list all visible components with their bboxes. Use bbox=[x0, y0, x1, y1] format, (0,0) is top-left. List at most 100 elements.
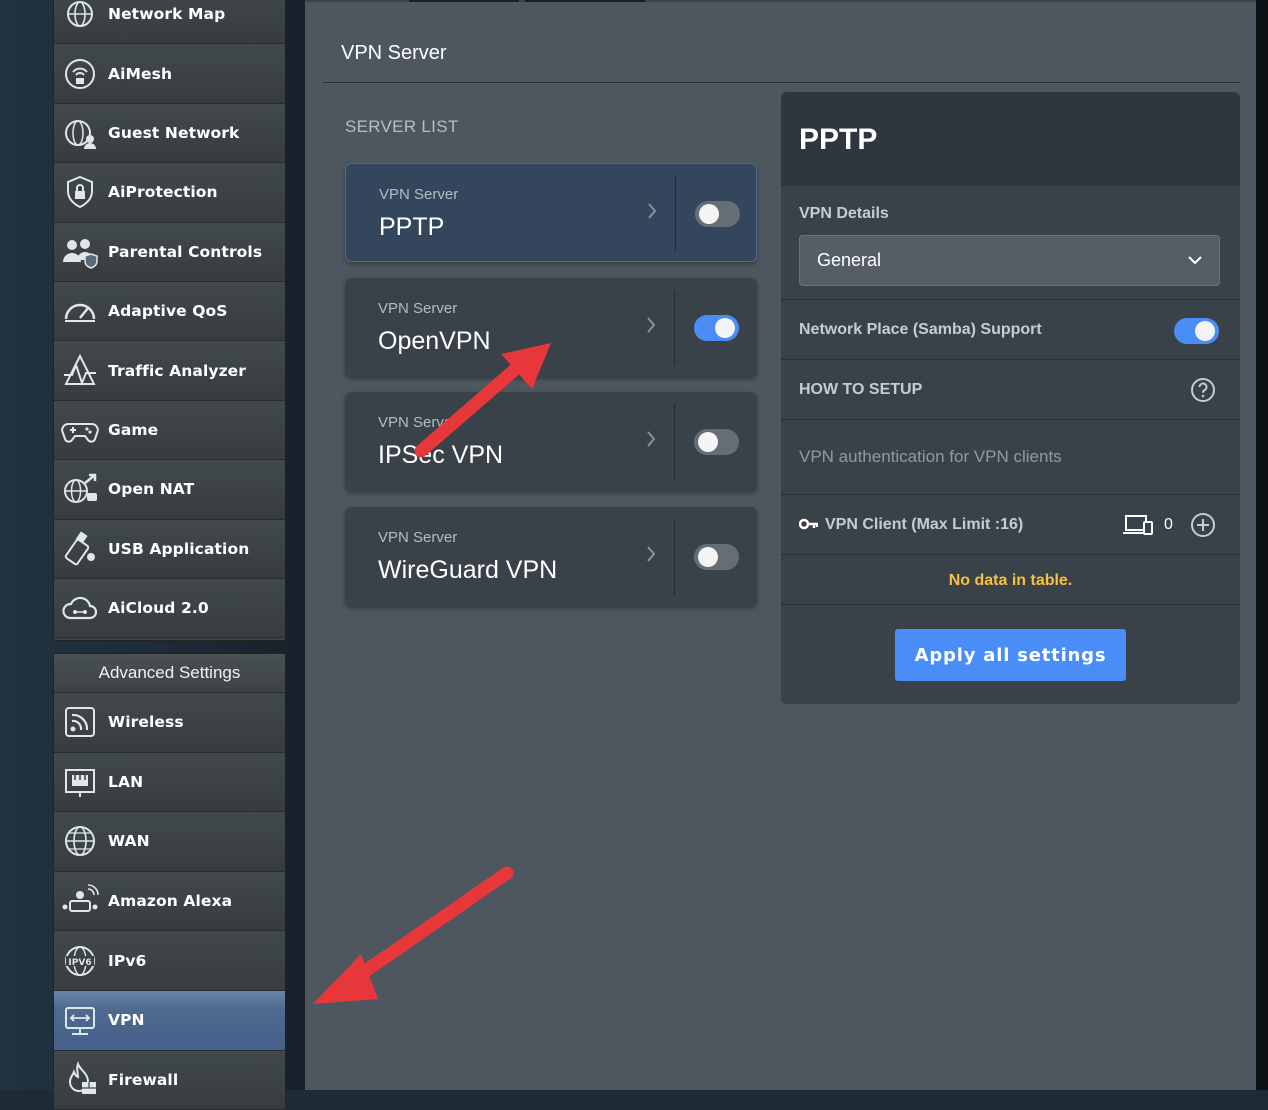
vpn-client-count: 0 bbox=[1164, 516, 1173, 533]
sidebar-item-aicloud-2-0[interactable]: AiCloud 2.0 bbox=[54, 578, 285, 639]
adaptive-qos-icon bbox=[60, 291, 100, 331]
server-enable-toggle[interactable] bbox=[694, 315, 739, 341]
auth-description: VPN authentication for VPN clients bbox=[799, 447, 1062, 466]
server-list-label: SERVER LIST bbox=[345, 117, 459, 136]
vpn-details-label: VPN Details bbox=[799, 205, 889, 222]
sidebar-item-label: Guest Network bbox=[108, 123, 240, 142]
how-to-setup-label: HOW TO SETUP bbox=[799, 381, 923, 398]
samba-support-toggle[interactable] bbox=[1174, 318, 1219, 344]
svg-text:IPV6: IPV6 bbox=[68, 958, 91, 968]
apply-all-settings-button[interactable]: Apply all settings bbox=[895, 629, 1126, 681]
no-data-row: No data in table. bbox=[781, 554, 1240, 605]
server-enable-toggle[interactable] bbox=[695, 201, 740, 227]
sidebar-item-open-nat[interactable]: Open NAT bbox=[54, 460, 285, 520]
server-enable-toggle[interactable] bbox=[694, 429, 739, 455]
wan-icon bbox=[60, 821, 100, 861]
aicloud-icon bbox=[60, 588, 100, 628]
tab-indicator bbox=[525, 0, 645, 2]
main-panel: VPN Server SERVER LIST VPN Server PPTP V… bbox=[305, 0, 1256, 1090]
advanced-settings-header: Advanced Settings bbox=[54, 654, 285, 693]
server-card-name: IPSec VPN bbox=[378, 441, 504, 469]
vpn-client-label: VPN Client (Max Limit :16) bbox=[825, 516, 1024, 533]
sidebar-item-network-map[interactable]: Network Map bbox=[54, 0, 285, 45]
sidebar-item-label: AiMesh bbox=[108, 64, 173, 83]
sidebar-item-label: Adaptive QoS bbox=[108, 302, 228, 321]
server-card-subtitle: VPN Server bbox=[378, 414, 458, 431]
sidebar-item-label: AiProtection bbox=[108, 183, 218, 202]
network-map-icon bbox=[60, 0, 100, 34]
sidebar-item-label: Firewall bbox=[108, 1070, 179, 1089]
general-menu: Network Map AiMesh Guest Network AiProtecti… bbox=[53, 0, 286, 641]
sidebar-item-aimesh[interactable]: AiMesh bbox=[54, 44, 285, 104]
sidebar-item-traffic-analyzer[interactable]: Traffic Analyzer bbox=[54, 341, 285, 401]
chevron-right-icon bbox=[647, 546, 656, 562]
traffic-analyzer-icon bbox=[60, 351, 100, 391]
sidebar-item-label: Open NAT bbox=[108, 480, 195, 499]
server-card-ipsec-vpn[interactable]: VPN Server IPSec VPN bbox=[345, 392, 757, 491]
sidebar-item-firewall[interactable]: Firewall bbox=[54, 1050, 285, 1110]
usb-application-icon bbox=[60, 529, 100, 569]
vpn-details-value: General bbox=[817, 250, 882, 270]
sidebar-item-guest-network[interactable]: Guest Network bbox=[54, 103, 285, 164]
chevron-right-icon bbox=[648, 203, 657, 219]
alexa-icon bbox=[60, 881, 100, 921]
sidebar-item-lan[interactable]: LAN bbox=[54, 752, 285, 813]
sidebar-item-parental-controls[interactable]: Parental Controls bbox=[54, 222, 285, 282]
sidebar-item-label: Traffic Analyzer bbox=[108, 361, 247, 380]
help-icon[interactable] bbox=[1190, 377, 1216, 403]
divider bbox=[323, 82, 1240, 83]
firewall-icon bbox=[60, 1060, 100, 1100]
sidebar-item-adaptive-qos[interactable]: Adaptive QoS bbox=[54, 281, 285, 342]
game-icon bbox=[60, 410, 100, 450]
sidebar-item-ipv6[interactable]: IPV6 IPv6 bbox=[54, 931, 285, 991]
sidebar-item-wan[interactable]: WAN bbox=[54, 812, 285, 872]
sidebar-item-label: WAN bbox=[108, 832, 150, 851]
sidebar-item-label: AiCloud 2.0 bbox=[108, 599, 209, 618]
guest-network-icon bbox=[60, 113, 100, 153]
server-card-pptp[interactable]: VPN Server PPTP bbox=[345, 163, 757, 262]
open-nat-icon bbox=[60, 469, 100, 509]
aiprotection-icon bbox=[60, 172, 100, 212]
vpn-icon bbox=[60, 1000, 100, 1040]
chevron-right-icon bbox=[647, 431, 656, 447]
tab-indicator bbox=[409, 0, 519, 2]
how-to-setup-row: HOW TO SETUP bbox=[781, 359, 1240, 419]
wireless-icon bbox=[60, 702, 100, 742]
server-card-wireguard-vpn[interactable]: VPN Server WireGuard VPN bbox=[345, 507, 757, 606]
sidebar-item-label: USB Application bbox=[108, 539, 250, 558]
vpn-detail-panel: PPTP VPN Details General Network Place (… bbox=[781, 92, 1240, 704]
sidebar-item-label: Game bbox=[108, 420, 159, 439]
vpn-details-select[interactable]: General bbox=[799, 235, 1220, 286]
server-card-name: PPTP bbox=[379, 213, 445, 241]
sidebar-item-label: Network Map bbox=[108, 5, 226, 24]
samba-support-label: Network Place (Samba) Support bbox=[799, 321, 1042, 338]
sidebar-item-game[interactable]: Game bbox=[54, 400, 285, 461]
sidebar-item-label: Parental Controls bbox=[108, 242, 263, 261]
server-enable-toggle[interactable] bbox=[694, 544, 739, 570]
server-card-name: OpenVPN bbox=[378, 327, 491, 355]
server-card-subtitle: VPN Server bbox=[378, 529, 458, 546]
chevron-down-icon bbox=[1188, 256, 1202, 265]
server-card-subtitle: VPN Server bbox=[378, 300, 458, 317]
devices-icon bbox=[1123, 515, 1153, 535]
ipv6-icon: IPV6 bbox=[60, 941, 100, 981]
no-data-message: No data in table. bbox=[948, 572, 1073, 589]
sidebar-item-label: LAN bbox=[108, 772, 144, 791]
add-client-icon[interactable] bbox=[1190, 512, 1216, 538]
sidebar-item-vpn[interactable]: VPN bbox=[54, 990, 285, 1051]
vpn-client-row: VPN Client (Max Limit :16) 0 bbox=[781, 494, 1240, 554]
sidebar-item-aiprotection[interactable]: AiProtection bbox=[54, 163, 285, 223]
key-icon bbox=[799, 518, 818, 530]
sidebar-item-usb-application[interactable]: USB Application bbox=[54, 519, 285, 579]
sidebar-item-amazon-alexa[interactable]: Amazon Alexa bbox=[54, 871, 285, 932]
sidebar-item-label: Wireless bbox=[108, 713, 184, 732]
page-edge bbox=[1256, 0, 1268, 1090]
sidebar-item-wireless[interactable]: Wireless bbox=[54, 693, 285, 753]
advanced-settings-menu: Advanced Settings Wireless LAN WAN Amazon A… bbox=[53, 653, 286, 1110]
parental-controls-icon bbox=[60, 232, 100, 272]
sidebar-item-label: IPv6 bbox=[108, 951, 147, 970]
detail-title: PPTP bbox=[799, 123, 878, 156]
server-card-openvpn[interactable]: VPN Server OpenVPN bbox=[345, 278, 757, 377]
page-title: VPN Server bbox=[341, 42, 447, 64]
lan-icon bbox=[60, 762, 100, 802]
